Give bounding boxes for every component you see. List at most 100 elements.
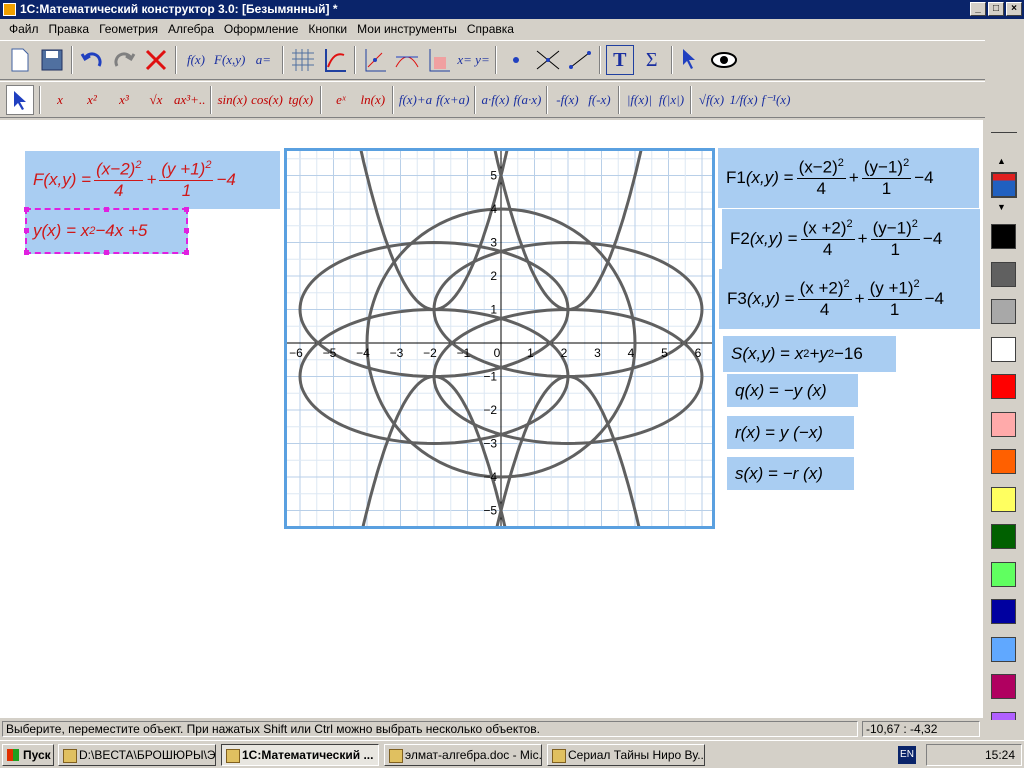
select-tool-button[interactable] — [6, 84, 34, 115]
formula-y[interactable]: y (x) = x 2 −4x +5 — [25, 208, 188, 254]
sqrt-f-button[interactable]: √f(x) — [697, 85, 725, 115]
formula-F2[interactable]: F2 (x,y) = (x +2)2 4 + (y−1)2 1 −4 — [722, 209, 980, 269]
color-swatch[interactable] — [991, 524, 1016, 549]
axes-button[interactable] — [321, 45, 349, 75]
stretch-x-button[interactable]: f(a·x) — [513, 85, 542, 115]
func-x-button[interactable]: x — [46, 85, 74, 115]
color-swatch[interactable] — [991, 486, 1016, 512]
func-exp-button[interactable]: eˣ — [327, 85, 355, 115]
intersection-button[interactable] — [534, 45, 562, 75]
menu-geometry[interactable]: Геометрия — [94, 22, 163, 36]
grid-button[interactable] — [289, 45, 317, 75]
formula-F1[interactable]: F1 (x,y) = (x−2)2 4 + (y−1)2 1 −4 — [718, 148, 979, 208]
graph-panel[interactable]: −6 −5 −4 −3 −2 −1 0 1 2 3 4 5 6 5 4 3 2 1 −1 −2 −3 −4 −5 — [284, 147, 715, 539]
segment-button[interactable] — [566, 45, 594, 75]
close-button[interactable]: × — [1006, 2, 1022, 16]
selection-handle[interactable] — [184, 228, 189, 233]
selection-handle[interactable] — [104, 250, 109, 255]
color-swatch[interactable] — [991, 674, 1016, 699]
area-button[interactable] — [425, 45, 453, 75]
implicit-function-button[interactable]: F(x,y) — [214, 45, 245, 75]
scroll-up-icon[interactable]: ▲ — [997, 156, 1006, 166]
function-button[interactable]: f(x) — [182, 45, 210, 75]
color-swatch[interactable] — [991, 561, 1016, 587]
menu-file[interactable]: Файл — [4, 22, 44, 36]
func-sin-button[interactable]: sin(x) — [217, 85, 247, 115]
delete-button[interactable] — [142, 45, 170, 75]
shift-up-button[interactable]: f(x)+a — [399, 85, 432, 115]
reflect-x-button[interactable]: -f(x) — [553, 85, 581, 115]
formula-q[interactable]: q (x) = −y (x) — [727, 374, 858, 407]
undo-button[interactable] — [78, 45, 106, 75]
formula-F[interactable]: F (x,y) = (x−2)2 4 + (y +1)2 1 −4 — [25, 151, 280, 209]
stretch-y-button[interactable]: a·f(x) — [481, 85, 510, 115]
maximize-button[interactable]: □ — [988, 2, 1004, 16]
reflect-y-button[interactable]: f(-x) — [585, 85, 613, 115]
save-button[interactable] — [38, 45, 66, 75]
func-tg-button[interactable]: tg(x) — [287, 85, 315, 115]
func-ln-button[interactable]: ln(x) — [359, 85, 387, 115]
point-tool-button[interactable] — [502, 45, 530, 75]
color-swatch[interactable] — [991, 449, 1016, 474]
tangent-button[interactable] — [393, 45, 421, 75]
func-cos-button[interactable]: cos(x) — [251, 85, 283, 115]
color-swatch[interactable] — [991, 374, 1016, 399]
formula-S[interactable]: S (x,y) = x 2 +y 2 −16 — [723, 336, 896, 372]
formula-r[interactable]: r (x) = y (−x) — [727, 416, 854, 449]
x-tick-label: 4 — [628, 346, 635, 360]
selection-handle[interactable] — [184, 207, 189, 212]
task-browser[interactable]: Сериал Тайны Ниро Ву... — [547, 744, 705, 766]
color-swatch[interactable] — [991, 636, 1016, 662]
task-folder[interactable]: D:\ВЕСТА\БРОШЮРЫ\Э... — [58, 744, 216, 766]
x-tick-label: 3 — [594, 346, 601, 360]
scroll-down-icon[interactable]: ▼ — [997, 202, 1006, 212]
color-swatch[interactable] — [991, 261, 1016, 287]
graph-plot[interactable]: −6 −5 −4 −3 −2 −1 0 1 2 3 4 5 6 5 4 3 2 1 −1 −2 −3 −4 −5 — [287, 147, 712, 539]
menu-my-tools[interactable]: Мои инструменты — [352, 22, 462, 36]
formula-F3[interactable]: F3 (x,y) = (x +2)2 4 + (y +1)2 1 −4 — [719, 269, 980, 329]
shift-left-button[interactable]: f(x+a) — [436, 85, 469, 115]
selection-handle[interactable] — [24, 228, 29, 233]
delete-cross-icon — [145, 49, 167, 71]
language-indicator[interactable]: EN — [898, 746, 916, 764]
sum-button[interactable]: Σ — [638, 45, 666, 75]
menu-format[interactable]: Оформление — [219, 22, 303, 36]
color-swatch[interactable] — [991, 336, 1016, 362]
func-x3-button[interactable]: x³ — [110, 85, 138, 115]
task-word-doc[interactable]: элмат-алгебра.doc - Mic... — [384, 744, 542, 766]
func-sqrt-button[interactable]: √x — [142, 85, 170, 115]
selection-handle[interactable] — [104, 207, 109, 212]
menu-help[interactable]: Справка — [462, 22, 519, 36]
redo-button[interactable] — [110, 45, 138, 75]
menu-algebra[interactable]: Алгебра — [163, 22, 219, 36]
minimize-button[interactable]: _ — [970, 2, 986, 16]
color-swatch[interactable] — [991, 224, 1016, 249]
inverse-f-button[interactable]: 1/f(x) — [729, 85, 757, 115]
inverse-func-button[interactable]: f⁻¹(x) — [762, 85, 791, 115]
show-hidden-button[interactable] — [710, 45, 738, 75]
f-abs-x-button[interactable]: f(|x|) — [657, 85, 685, 115]
color-swatch[interactable] — [991, 299, 1016, 324]
color-swatch[interactable] — [991, 599, 1016, 624]
formula-s[interactable]: s (x) = −r (x) — [727, 457, 854, 490]
coordinates-button[interactable]: x= y= — [457, 45, 489, 75]
redo-icon — [114, 52, 136, 67]
selection-handle[interactable] — [24, 250, 29, 255]
func-poly-button[interactable]: ax³+.. — [174, 85, 205, 115]
menu-buttons[interactable]: Кнопки — [303, 22, 352, 36]
menu-edit[interactable]: Правка — [44, 22, 95, 36]
text-button[interactable]: T — [605, 45, 634, 75]
current-color-icon[interactable] — [991, 172, 1017, 198]
selection-handle[interactable] — [24, 207, 29, 212]
new-document-button[interactable] — [6, 45, 34, 75]
point-on-graph-button[interactable] — [361, 45, 389, 75]
select-hide-button[interactable] — [678, 45, 706, 75]
y-tick-label: 1 — [490, 303, 497, 317]
parameter-button[interactable]: a= — [249, 45, 277, 75]
func-x2-button[interactable]: x² — [78, 85, 106, 115]
abs-f-button[interactable]: |f(x)| — [625, 85, 653, 115]
task-math-constructor[interactable]: 1С:Математический ... — [221, 744, 379, 766]
selection-handle[interactable] — [184, 250, 189, 255]
color-swatch[interactable] — [991, 411, 1016, 437]
start-button[interactable]: Пуск — [2, 744, 54, 766]
